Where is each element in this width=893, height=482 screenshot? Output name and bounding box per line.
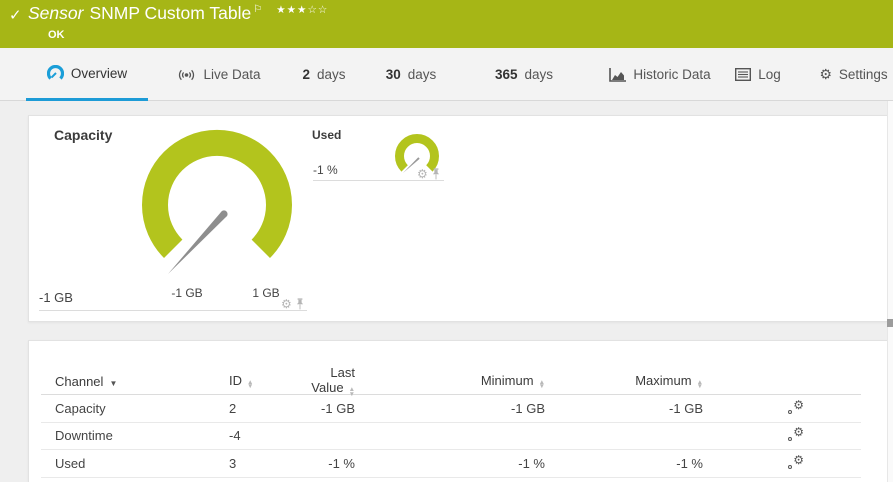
capacity-gauge bbox=[142, 130, 292, 274]
gear-icon[interactable]: ⚙ bbox=[281, 298, 292, 310]
cell-minimum: -1 GB bbox=[511, 400, 545, 416]
cell-id: 3 bbox=[229, 455, 237, 471]
sensor-title: Sensor SNMP Custom Table ⚐ ★★★☆☆ bbox=[28, 3, 328, 24]
used-gauge-title: Used bbox=[312, 128, 342, 142]
tab-365-days[interactable]: 365 days bbox=[478, 48, 570, 101]
tab-historic-data[interactable]: Historic Data bbox=[604, 48, 716, 101]
capacity-gauge-arc bbox=[142, 130, 292, 258]
sensor-header: ✓ Sensor SNMP Custom Table ⚐ ★★★☆☆ OK bbox=[0, 0, 893, 48]
table-row-downtime: Downtime -4 ⚙ bbox=[41, 423, 861, 450]
live-data-icon bbox=[179, 69, 195, 80]
capacity-gauge-actions: ⚙ bbox=[281, 298, 305, 310]
cell-minimum: -1 % bbox=[518, 455, 545, 471]
channel-table-panel: Channel ▼ ID ▲ ▼ Last Value ▲ ▼ Minimum ▲ ▼ Max… bbox=[28, 340, 888, 482]
tab-log[interactable]: Log bbox=[724, 48, 792, 101]
used-gauge-arc bbox=[395, 134, 439, 172]
tab-number: 30 bbox=[385, 67, 401, 82]
tab-2-days[interactable]: 2 days bbox=[288, 48, 360, 101]
scrollbar-thumb[interactable] bbox=[887, 319, 893, 327]
column-header-maximum[interactable]: Maximum ▲ ▼ bbox=[557, 373, 715, 390]
column-header-id[interactable]: ID ▲ ▼ bbox=[229, 373, 301, 390]
tab-live-data[interactable]: Live Data bbox=[158, 48, 280, 101]
sort-icon: ▲ ▼ bbox=[538, 378, 545, 390]
column-header-label: Channel bbox=[55, 373, 104, 389]
sensor-name: SNMP Custom Table bbox=[89, 3, 252, 23]
cell-channel: Downtime bbox=[55, 428, 113, 444]
gauges-panel: Capacity -1 GB 1 GB -1 GB ⚙ Used -1 % ⚙ bbox=[28, 115, 888, 322]
cell-id: -4 bbox=[229, 428, 241, 444]
sort-icon: ▲ ▼ bbox=[247, 378, 254, 390]
cell-id: 2 bbox=[229, 400, 237, 416]
channel-settings-icon[interactable]: ⚙ bbox=[787, 453, 804, 470]
tab-number: 365 bbox=[494, 67, 518, 82]
gauge-icon bbox=[46, 64, 64, 80]
column-header-last-value[interactable]: Last Value ▲ ▼ bbox=[301, 365, 367, 397]
sensor-status-badge: OK bbox=[48, 29, 65, 41]
tab-label: Historic Data bbox=[633, 67, 711, 82]
flag-icon[interactable]: ⚐ bbox=[253, 4, 262, 15]
tab-30-days[interactable]: 30 days bbox=[370, 48, 452, 101]
channel-table-header-row: Channel ▼ ID ▲ ▼ Last Value ▲ ▼ Minimum ▲ ▼ Max… bbox=[41, 365, 861, 397]
tab-label: days bbox=[524, 67, 554, 82]
used-gauge-actions: ⚙ bbox=[417, 168, 441, 180]
tab-number: 2 bbox=[302, 67, 310, 82]
column-header-label: ID bbox=[229, 372, 242, 388]
scrollbar-track[interactable] bbox=[887, 101, 893, 482]
column-header-minimum[interactable]: Minimum ▲ ▼ bbox=[367, 373, 557, 390]
channel-settings-icon[interactable]: ⚙ bbox=[787, 425, 804, 442]
column-header-label: Maximum bbox=[635, 372, 692, 388]
cell-channel: Capacity bbox=[55, 400, 106, 416]
sort-desc-icon: ▼ bbox=[109, 378, 118, 388]
tab-overview[interactable]: Overview bbox=[26, 48, 148, 101]
pin-icon[interactable] bbox=[431, 168, 441, 180]
used-last-value: -1 % bbox=[313, 163, 338, 177]
sensor-kind-label: Sensor bbox=[28, 3, 84, 23]
capacity-gauge-title: Capacity bbox=[54, 127, 113, 143]
pin-icon[interactable] bbox=[295, 298, 305, 310]
tab-label: days bbox=[407, 67, 437, 82]
table-row-used: Used 3 -1 % -1 % -1 % ⚙ bbox=[41, 450, 861, 478]
capacity-last-value: -1 GB bbox=[39, 290, 73, 305]
tab-label: Log bbox=[758, 67, 781, 82]
gear-icon: ⚙ bbox=[819, 66, 832, 82]
cell-last-value: -1 % bbox=[328, 455, 355, 471]
tab-label: Overview bbox=[70, 65, 128, 81]
tab-label: Live Data bbox=[203, 67, 261, 82]
sensor-overview-page: ✓ Sensor SNMP Custom Table ⚐ ★★★☆☆ OK Overv… bbox=[0, 0, 893, 482]
table-row-capacity: Capacity 2 -1 GB -1 GB -1 GB ⚙ bbox=[41, 395, 861, 423]
priority-stars[interactable]: ★★★☆☆ bbox=[276, 4, 328, 16]
sort-icon: ▲ ▼ bbox=[696, 378, 703, 390]
column-header-label: Minimum bbox=[480, 372, 534, 388]
channel-table: Channel ▼ ID ▲ ▼ Last Value ▲ ▼ Minimum ▲ ▼ Max… bbox=[41, 365, 861, 478]
column-header-channel[interactable]: Channel ▼ bbox=[41, 374, 229, 389]
capacity-gauge-needle-hub bbox=[220, 210, 228, 218]
historic-chart-icon bbox=[609, 67, 627, 82]
tab-label: days bbox=[316, 67, 346, 82]
log-icon bbox=[735, 68, 752, 81]
cell-last-value: -1 GB bbox=[321, 400, 355, 416]
gear-icon[interactable]: ⚙ bbox=[417, 168, 428, 180]
priority-stars-empty: ☆☆ bbox=[307, 4, 329, 16]
cell-maximum: -1 % bbox=[676, 455, 703, 471]
tab-settings[interactable]: ⚙ Settings bbox=[814, 48, 893, 101]
cell-channel: Used bbox=[55, 455, 86, 471]
sort-icon: ▲ ▼ bbox=[348, 386, 355, 398]
tab-bar: Overview Live Data 2 days 30 days 365 da… bbox=[0, 48, 893, 101]
cell-maximum: -1 GB bbox=[669, 400, 703, 416]
status-ok-check-icon: ✓ bbox=[9, 7, 22, 24]
tab-label: Settings bbox=[838, 67, 888, 82]
capacity-divider bbox=[39, 310, 307, 311]
capacity-scale-min: -1 GB bbox=[171, 286, 203, 300]
channel-settings-icon[interactable]: ⚙ bbox=[787, 398, 804, 415]
priority-stars-filled: ★★★ bbox=[276, 4, 308, 16]
